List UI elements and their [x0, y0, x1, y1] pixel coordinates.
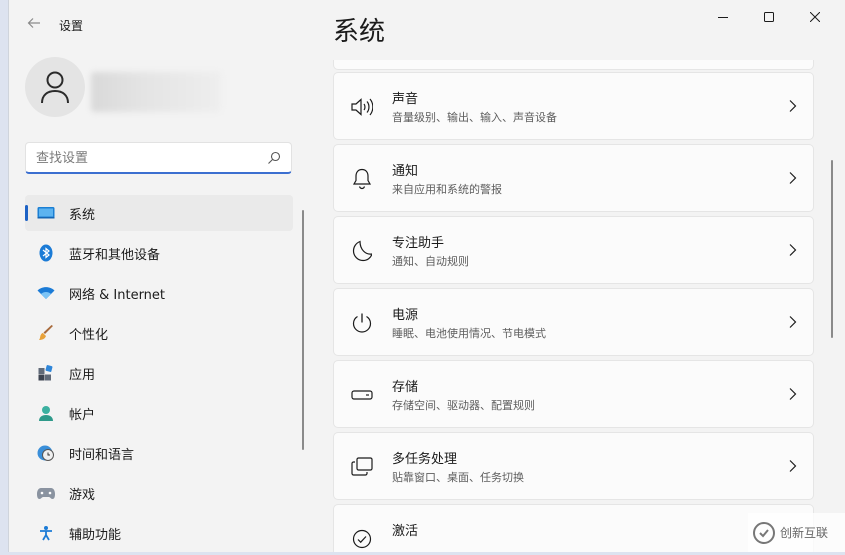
card-subtitle: 贴靠窗口、桌面、任务切换	[392, 471, 524, 484]
chevron-right-icon	[789, 100, 797, 112]
settings-card-focus-assist[interactable]: 专注助手 通知、自动规则	[333, 216, 814, 284]
main-scrollbar[interactable]	[831, 160, 833, 338]
multitask-icon	[350, 456, 374, 478]
back-arrow-icon	[27, 18, 40, 28]
sidebar-item-label: 时间和语言	[69, 447, 135, 463]
settings-window: 设置 系统	[8, 0, 845, 552]
sidebar-item-network[interactable]: 网络 & Internet	[25, 275, 293, 311]
chevron-right-icon	[789, 172, 797, 184]
close-icon	[810, 12, 820, 22]
chevron-right-icon	[789, 460, 797, 472]
card-subtitle: 存储空间、驱动器、配置规则	[392, 399, 535, 412]
settings-card-power[interactable]: 电源 睡眠、电池使用情况、节电模式	[333, 288, 814, 356]
search-input[interactable]	[36, 149, 256, 167]
settings-card-sound[interactable]: 声音 音量级别、输出、输入、声音设备	[333, 72, 814, 140]
settings-card-notifications[interactable]: 通知 来自应用和系统的警报	[333, 144, 814, 212]
chevron-right-icon	[789, 388, 797, 400]
card-subtitle: 睡眠、电池使用情况、节电模式	[392, 327, 546, 340]
active-indicator	[25, 205, 28, 221]
minimize-button[interactable]	[700, 0, 746, 34]
search-box[interactable]	[25, 142, 292, 174]
avatar[interactable]	[25, 57, 85, 117]
maximize-icon	[764, 12, 774, 22]
brush-icon	[37, 324, 55, 342]
chevron-right-icon	[789, 244, 797, 256]
wifi-icon	[37, 284, 55, 302]
account-icon	[37, 404, 55, 422]
person-icon	[41, 71, 69, 104]
sidebar-item-label: 系统	[69, 207, 96, 223]
sidebar-item-apps[interactable]: 应用	[25, 355, 293, 391]
watermark: 创新互联	[748, 513, 845, 552]
speaker-icon	[350, 96, 374, 118]
sidebar-item-time-language[interactable]: 时间和语言	[25, 435, 293, 471]
clock-globe-icon	[37, 444, 55, 462]
app-title: 设置	[59, 19, 84, 33]
gamepad-icon	[37, 484, 55, 502]
minimize-icon	[718, 17, 728, 18]
sidebar-item-label: 网络 & Internet	[69, 287, 166, 303]
card-title: 存储	[392, 380, 419, 395]
card-title: 电源	[392, 308, 419, 323]
back-button[interactable]	[23, 14, 45, 36]
check-circle-icon	[350, 528, 374, 550]
moon-icon	[350, 240, 374, 262]
sidebar-item-label: 游戏	[69, 487, 96, 503]
sidebar-item-label: 帐户	[69, 407, 96, 423]
card-subtitle: 来自应用和系统的警报	[392, 183, 502, 196]
sidebar-scrollbar[interactable]	[302, 210, 304, 450]
storage-icon	[350, 384, 374, 406]
sidebar-item-personalization[interactable]: 个性化	[25, 315, 293, 351]
sidebar-item-gaming[interactable]: 游戏	[25, 475, 293, 511]
card-title: 专注助手	[392, 236, 445, 251]
chevron-right-icon	[789, 316, 797, 328]
card-title: 通知	[392, 164, 419, 179]
power-icon	[350, 312, 374, 334]
bell-icon	[350, 168, 374, 190]
sidebar: 设置 系统	[9, 0, 309, 552]
sidebar-nav: 系统 蓝牙和其他设备 网络 & Internet 个性化 应用 帐户 时间和语言…	[25, 195, 293, 555]
sidebar-item-accounts[interactable]: 帐户	[25, 395, 293, 431]
sidebar-item-accessibility[interactable]: 辅助功能	[25, 515, 293, 551]
card-title: 多任务处理	[392, 452, 458, 467]
apps-icon	[37, 364, 55, 382]
sidebar-item-label: 蓝牙和其他设备	[69, 247, 161, 263]
card-title: 激活	[392, 524, 419, 539]
sidebar-item-label: 应用	[69, 367, 96, 383]
maximize-button[interactable]	[746, 0, 792, 34]
sidebar-item-label: 个性化	[69, 327, 109, 343]
close-button[interactable]	[792, 0, 838, 34]
settings-list: 声音 音量级别、输出、输入、声音设备 通知 来自应用和系统的警报 专注助手 通知…	[333, 60, 814, 552]
watermark-text: 创新互联	[780, 526, 829, 540]
user-name-redacted	[91, 72, 221, 112]
card-subtitle: 通知、自动规则	[392, 255, 469, 268]
settings-card-activation[interactable]: 激活	[333, 504, 814, 552]
sidebar-item-bluetooth[interactable]: 蓝牙和其他设备	[25, 235, 293, 271]
bluetooth-icon	[37, 244, 55, 262]
settings-card-partial[interactable]	[333, 60, 814, 70]
display-icon	[37, 204, 55, 222]
card-subtitle: 音量级别、输出、输入、声音设备	[392, 111, 557, 124]
sidebar-item-label: 辅助功能	[69, 527, 122, 543]
sidebar-item-system[interactable]: 系统	[25, 195, 293, 231]
settings-card-multitasking[interactable]: 多任务处理 贴靠窗口、桌面、任务切换	[333, 432, 814, 500]
card-title: 声音	[392, 92, 419, 107]
search-icon[interactable]	[267, 151, 281, 165]
settings-card-storage[interactable]: 存储 存储空间、驱动器、配置规则	[333, 360, 814, 428]
page-title: 系统	[333, 17, 386, 47]
accessibility-icon	[37, 524, 55, 542]
watermark-logo-icon	[753, 521, 775, 544]
